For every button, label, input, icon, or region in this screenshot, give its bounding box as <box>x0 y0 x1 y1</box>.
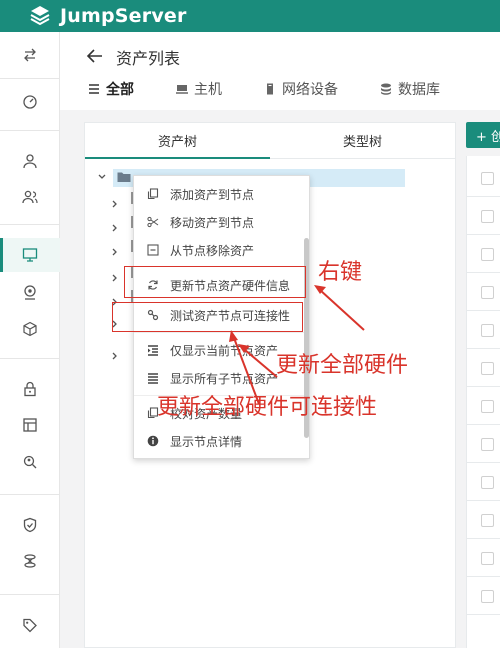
row-checkbox[interactable] <box>481 438 494 451</box>
chevron-right-icon[interactable] <box>111 193 131 208</box>
row-checkbox[interactable] <box>481 248 494 261</box>
tag-icon[interactable] <box>0 608 60 642</box>
annotation-update-all-connectivity: 更新全部硬件可连接性 <box>157 395 378 420</box>
row-checkbox[interactable] <box>481 590 494 603</box>
chevron-right-icon[interactable] <box>111 217 131 232</box>
jumpserver-logo-icon[interactable] <box>28 4 52 28</box>
chevron-down-icon[interactable] <box>97 172 107 182</box>
menu-item-label: 添加资产到节点 <box>170 187 255 202</box>
chevron-right-icon[interactable] <box>111 345 131 360</box>
page-header: 资产列表 全部 主机 网络设备 数据库 <box>60 32 500 110</box>
tab-network-device[interactable]: 网络设备 <box>264 78 338 100</box>
menu-item-label: 从节点移除资产 <box>170 243 255 258</box>
top-header: JumpServer <box>0 0 500 32</box>
database-icon <box>381 83 391 95</box>
device-icon <box>267 83 273 95</box>
create-asset-button[interactable]: + 创 <box>466 122 500 148</box>
annotation-box-update-hardware <box>124 266 306 298</box>
menu-remove-asset-from-node[interactable]: 从节点移除资产 <box>134 237 304 263</box>
indent-icon <box>147 344 159 356</box>
user-group-icon[interactable] <box>0 180 60 214</box>
network-icon[interactable] <box>0 544 60 578</box>
tab-database[interactable]: 数据库 <box>380 78 440 100</box>
row-checkbox[interactable] <box>481 552 494 565</box>
page-title: 资产列表 <box>116 49 181 68</box>
swap-icon[interactable] <box>0 38 60 72</box>
row-checkbox[interactable] <box>481 514 494 527</box>
row-checkbox[interactable] <box>481 172 494 185</box>
tree-panel-tabs: 资产树 类型树 <box>85 123 455 159</box>
layout-icon[interactable] <box>0 408 60 442</box>
asset-type-tabs: 全部 主机 网络设备 数据库 <box>88 78 482 100</box>
dashboard-icon[interactable] <box>0 85 60 119</box>
list-icon <box>89 84 99 94</box>
back-arrow-icon[interactable] <box>86 47 104 65</box>
minus-square-icon <box>147 244 159 256</box>
brand-name[interactable]: JumpServer <box>60 5 187 27</box>
row-checkbox[interactable] <box>481 476 494 489</box>
list-all-icon <box>147 372 159 384</box>
location-icon[interactable] <box>0 275 60 309</box>
monitor-icon[interactable] <box>0 238 60 272</box>
chevron-right-icon[interactable] <box>111 241 131 256</box>
row-checkbox[interactable] <box>481 324 494 337</box>
tab-type-tree[interactable]: 类型树 <box>270 123 455 158</box>
shield-icon[interactable] <box>0 508 60 542</box>
row-checkbox[interactable] <box>481 362 494 375</box>
menu-show-node-details[interactable]: 显示节点详情 <box>134 428 304 454</box>
annotation-update-all-hardware: 更新全部硬件 <box>276 353 409 378</box>
tab-host[interactable]: 主机 <box>176 78 222 100</box>
menu-item-label: 显示节点详情 <box>170 434 243 449</box>
menu-item-label: 仅显示当前节点资产 <box>170 343 279 358</box>
search-user-icon[interactable] <box>0 445 60 479</box>
row-checkbox[interactable] <box>481 286 494 299</box>
tab-all[interactable]: 全部 <box>88 78 134 100</box>
menu-add-asset-to-node[interactable]: 添加资产到节点 <box>134 181 304 207</box>
asset-table <box>466 156 500 648</box>
annotation-box-test-connectivity <box>112 302 303 332</box>
tree-root-node[interactable] <box>97 171 135 183</box>
tab-label: 数据库 <box>398 82 440 98</box>
tab-label: 网络设备 <box>282 82 338 98</box>
folder-open-icon <box>117 172 131 182</box>
row-checkbox[interactable] <box>481 210 494 223</box>
tab-label: 全部 <box>106 82 134 98</box>
menu-item-label: 移动资产到节点 <box>170 215 255 230</box>
left-nav-rail <box>0 32 60 648</box>
row-checkbox[interactable] <box>481 400 494 413</box>
annotation-right-click: 右键 <box>318 260 363 285</box>
scissors-icon <box>147 216 159 228</box>
lock-icon[interactable] <box>0 372 60 406</box>
copy-icon <box>147 188 159 200</box>
tab-label: 主机 <box>194 82 222 98</box>
menu-item-label: 显示所有子节点资产 <box>170 371 279 386</box>
tab-asset-tree[interactable]: 资产树 <box>85 123 270 159</box>
user-icon[interactable] <box>0 144 60 178</box>
menu-move-asset-to-node[interactable]: 移动资产到节点 <box>134 209 304 235</box>
host-icon <box>176 85 188 94</box>
cube-icon[interactable] <box>0 312 60 346</box>
info-icon <box>147 435 159 447</box>
